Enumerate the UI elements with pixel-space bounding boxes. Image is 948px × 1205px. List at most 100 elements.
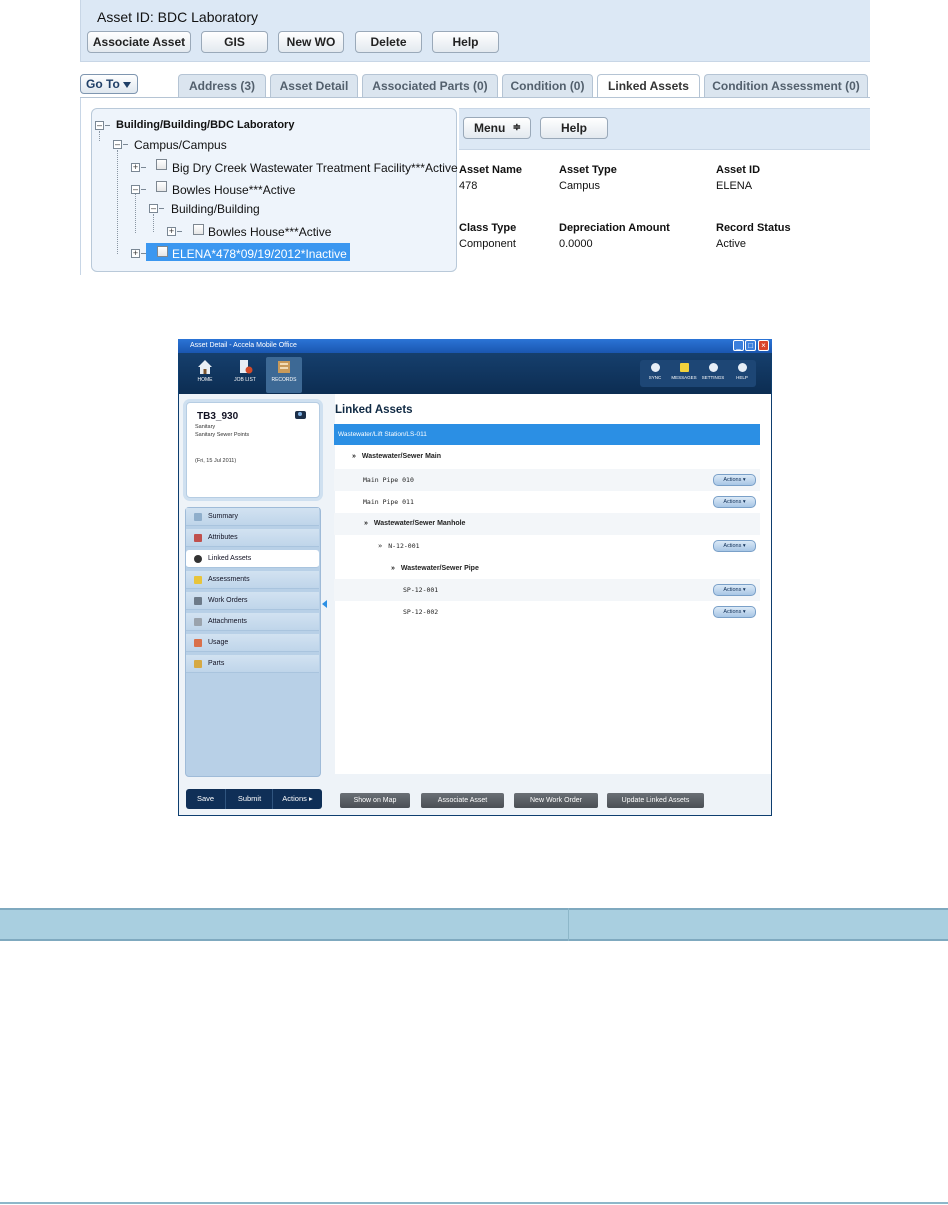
sidebar-item-label: Assessments: [208, 576, 250, 583]
tree-connector: [141, 167, 146, 168]
settings-button[interactable]: SETTINGS: [699, 363, 727, 380]
sidebar-item-label: Summary: [208, 513, 238, 520]
sidebar-item-parts[interactable]: Parts: [186, 655, 319, 673]
tab-asset-detail[interactable]: Asset Detail: [270, 74, 358, 97]
sidebar-item-label: Usage: [208, 639, 229, 646]
actions-button[interactable]: Actions ▾: [713, 496, 756, 508]
asset-title: Asset ID: BDC Laboratory: [97, 9, 259, 25]
group-sewer-pipe[interactable]: » Wastewater/Sewer Pipe: [334, 558, 760, 580]
list-item[interactable]: Main Pipe 010 Actions ▾: [334, 469, 760, 491]
list-item[interactable]: Main Pipe 011 Actions ▾: [334, 491, 760, 513]
utility-nav: SYNC MESSAGES SETTINGS HELP: [640, 360, 756, 387]
associate-asset-app-button[interactable]: Associate Asset: [421, 793, 504, 808]
tree-checkbox[interactable]: [157, 246, 168, 257]
menu-button[interactable]: Menu ≑: [463, 117, 531, 139]
list-item[interactable]: SP-12-002 Actions ▾: [334, 601, 760, 623]
expand-icon[interactable]: +: [167, 227, 176, 236]
tree-line: [153, 214, 154, 232]
group-sewer-main[interactable]: » Wastewater/Sewer Main: [334, 446, 760, 468]
gis-button[interactable]: GIS: [201, 31, 268, 53]
parts-icon: [194, 660, 202, 668]
sidebar-item-attachments[interactable]: Attachments: [186, 613, 319, 631]
update-linked-assets-button[interactable]: Update Linked Assets: [607, 793, 704, 808]
collapse-chevron-icon: »: [378, 542, 383, 550]
list-item-label: SP-12-002: [403, 608, 439, 616]
asset-name-value: 478: [459, 180, 478, 192]
tab-associated-parts[interactable]: Associated Parts (0): [362, 74, 498, 97]
list-item[interactable]: » N-12-001 Actions ▾: [334, 535, 760, 557]
list-item-label: SP-12-001: [403, 586, 439, 594]
sidebar-item-label: Attachments: [208, 618, 247, 625]
delete-button[interactable]: Delete: [355, 31, 422, 53]
tree-item-bowles-house[interactable]: Bowles House***Active: [172, 183, 295, 197]
sidebar-item-attributes[interactable]: Attributes: [186, 529, 319, 547]
nav-home[interactable]: HOME: [187, 357, 223, 393]
sync-button[interactable]: SYNC: [641, 363, 669, 380]
collapse-icon[interactable]: –: [113, 140, 122, 149]
group-label: Wastewater/Sewer Manhole: [373, 520, 466, 527]
associate-asset-button[interactable]: Associate Asset: [87, 31, 191, 53]
tree-item-bowles-house-child[interactable]: Bowles House***Active: [208, 225, 331, 239]
tree-connector: [141, 189, 146, 190]
menu-label: Menu: [474, 121, 506, 135]
sidebar-item-linked-assets[interactable]: Linked Assets: [186, 550, 319, 568]
collapse-icon[interactable]: –: [149, 204, 158, 213]
sidebar-item-assessments[interactable]: Assessments: [186, 571, 319, 589]
collapse-icon[interactable]: –: [95, 121, 104, 130]
group-sewer-manhole[interactable]: » Wastewater/Sewer Manhole: [334, 513, 760, 535]
messages-button[interactable]: MESSAGES: [670, 363, 698, 380]
tab-address[interactable]: Address (3): [178, 74, 266, 97]
tree-building-label[interactable]: Building/Building: [171, 202, 260, 216]
submit-button[interactable]: Submit: [227, 789, 273, 809]
expand-icon[interactable]: +: [131, 249, 140, 258]
expand-icon[interactable]: +: [131, 163, 140, 172]
camera-icon[interactable]: [295, 411, 306, 419]
tree-campus-label[interactable]: Campus/Campus: [134, 138, 227, 152]
minimize-icon[interactable]: _: [733, 340, 744, 351]
collapse-arrow-icon[interactable]: [322, 600, 327, 608]
collapse-icon[interactable]: –: [131, 185, 140, 194]
list-item[interactable]: SP-12-001 Actions ▾: [334, 579, 760, 601]
save-button[interactable]: Save: [186, 789, 226, 809]
actions-menu-button[interactable]: Actions ▸: [274, 789, 321, 809]
sidebar-item-label: Attributes: [208, 534, 238, 541]
record-id: TB3_930: [197, 411, 239, 422]
record-date: (Fri, 15 Jul 2011): [195, 458, 237, 464]
tree-item-elena[interactable]: ELENA*478*09/19/2012*Inactive: [172, 247, 347, 261]
sidebar-item-summary[interactable]: Summary: [186, 508, 319, 526]
nav-job-list[interactable]: JOB LIST: [227, 357, 263, 393]
new-wo-button[interactable]: New WO: [278, 31, 344, 53]
tree-checkbox[interactable]: [156, 159, 167, 170]
tab-condition-assessment[interactable]: Condition Assessment (0): [704, 74, 868, 97]
sidebar-item-work-orders[interactable]: Work Orders: [186, 592, 319, 610]
new-work-order-button[interactable]: New Work Order: [514, 793, 598, 808]
tree-root-label[interactable]: Building/Building/BDC Laboratory: [116, 119, 294, 131]
nav-home-label: HOME: [197, 377, 213, 383]
tree-connector: [105, 125, 110, 126]
tree-checkbox[interactable]: [193, 224, 204, 235]
close-icon[interactable]: ×: [758, 340, 769, 351]
asset-id-value: ELENA: [716, 180, 753, 192]
show-on-map-button[interactable]: Show on Map: [340, 793, 410, 808]
help-nav-button[interactable]: HELP: [728, 363, 756, 380]
maximize-icon[interactable]: □: [745, 340, 756, 351]
tree-item-big-dry-creek[interactable]: Big Dry Creek Wastewater Treatment Facil…: [172, 161, 458, 175]
usage-icon: [194, 639, 202, 647]
tab-linked-assets[interactable]: Linked Assets: [597, 74, 700, 98]
goto-dropdown[interactable]: Go To: [80, 74, 138, 94]
help-button[interactable]: Help: [432, 31, 499, 53]
actions-button[interactable]: Actions ▾: [713, 540, 756, 552]
messages-label: MESSAGES: [671, 375, 697, 380]
actions-button[interactable]: Actions ▾: [713, 584, 756, 596]
sync-label: SYNC: [648, 375, 662, 380]
actions-button-label: Actions: [723, 543, 742, 549]
tree-line: [117, 150, 118, 254]
detail-help-button[interactable]: Help: [540, 117, 608, 139]
sidebar-item-usage[interactable]: Usage: [186, 634, 319, 652]
nav-records[interactable]: RECORDS: [266, 357, 302, 393]
actions-button[interactable]: Actions ▾: [713, 606, 756, 618]
actions-button[interactable]: Actions ▾: [713, 474, 756, 486]
tree-checkbox[interactable]: [156, 181, 167, 192]
tab-condition[interactable]: Condition (0): [502, 74, 593, 97]
messages-icon: [679, 363, 689, 372]
